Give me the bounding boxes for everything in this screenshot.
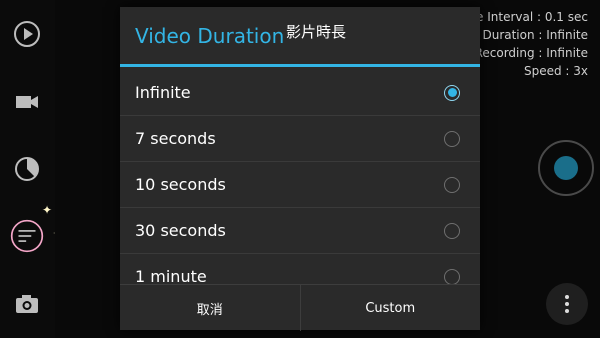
- radio-icon[interactable]: [444, 130, 460, 147]
- video-duration-dialog: Video Duration Infinite 7 seconds 10 sec…: [120, 7, 480, 331]
- duration-stat: Duration : Infinite: [482, 28, 588, 42]
- dialog-footer: 取消 Custom: [120, 284, 480, 331]
- dialog-caption: 影片時長: [286, 23, 347, 41]
- play-button[interactable]: [10, 17, 44, 51]
- settings-list-button[interactable]: [10, 219, 44, 253]
- left-toolbar: [0, 0, 55, 338]
- speed-stat: Speed : 3x: [523, 64, 588, 78]
- recording-stats: e Interval : 0.1 sec Duration : Infinite…: [475, 8, 588, 80]
- radio-icon[interactable]: [444, 176, 460, 193]
- record-dot-icon: [554, 156, 578, 180]
- recording-stat: Recording : Infinite: [474, 46, 588, 60]
- more-vert-icon: [565, 309, 569, 313]
- video-mode-button[interactable]: [10, 85, 44, 119]
- more-vert-icon: [565, 302, 569, 306]
- play-icon: [14, 21, 40, 47]
- sort-lines-icon: [10, 219, 44, 253]
- video-camera-icon: [16, 96, 38, 108]
- timer-button[interactable]: [10, 152, 44, 186]
- option-label: 7 seconds: [135, 129, 216, 148]
- timer-pie-icon: [15, 157, 39, 181]
- option-infinite[interactable]: Infinite: [120, 70, 480, 116]
- record-button[interactable]: [538, 140, 594, 196]
- radio-selected-icon[interactable]: [444, 84, 460, 101]
- dialog-title: Video Duration: [135, 23, 285, 48]
- cancel-button[interactable]: 取消: [120, 285, 300, 331]
- interval-stat: e Interval : 0.1 sec: [476, 10, 588, 24]
- option-7-seconds[interactable]: 7 seconds: [120, 116, 480, 162]
- duration-options: Infinite 7 seconds 10 seconds 30 seconds…: [120, 70, 480, 291]
- more-vert-icon: [565, 295, 569, 299]
- sparkle-icon: ✦: [42, 203, 53, 217]
- option-label: 30 seconds: [135, 221, 226, 240]
- overflow-menu-button[interactable]: [546, 283, 588, 325]
- radio-icon[interactable]: [444, 268, 460, 285]
- custom-button[interactable]: Custom: [299, 285, 481, 331]
- option-label: Infinite: [135, 83, 191, 102]
- option-label: 10 seconds: [135, 175, 226, 194]
- photo-mode-button[interactable]: [10, 287, 44, 321]
- option-30-seconds[interactable]: 30 seconds: [120, 208, 480, 254]
- camera-icon: [16, 295, 38, 313]
- option-10-seconds[interactable]: 10 seconds: [120, 162, 480, 208]
- radio-icon[interactable]: [444, 222, 460, 239]
